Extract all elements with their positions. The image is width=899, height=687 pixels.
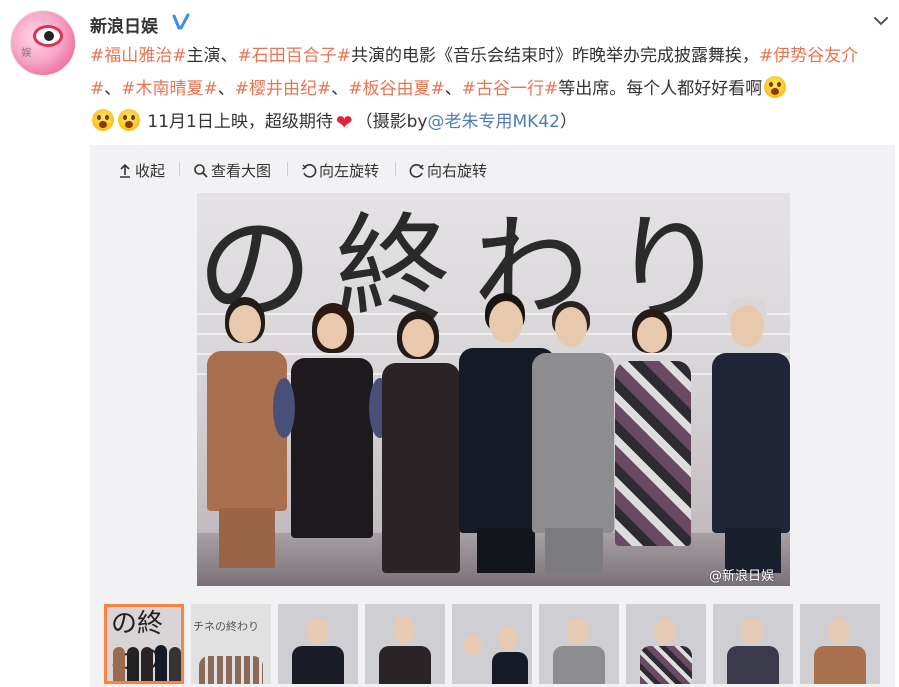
text-span: 11月1日上映，超级期待 xyxy=(147,112,333,132)
avatar-text: 娱 xyxy=(19,47,30,57)
hashtag-link[interactable]: #板谷由夏# xyxy=(348,79,445,99)
media-toolbar: 收起 查看大图 向左旋转 向右旋转 xyxy=(90,145,895,193)
media-viewer: 收起 查看大图 向左旋转 向右旋转 の終わり @新浪日娱 の終 チネの終わり xyxy=(90,145,895,687)
text-span: 、 xyxy=(104,79,122,99)
post-text: #福山雅治#主演、#石田百合子#共演的电影《音乐会结束时》昨晚举办完成披露舞挨，… xyxy=(90,40,885,139)
rotate-left-label: 向左旋转 xyxy=(319,162,380,180)
hashtag-link[interactable]: #古谷一行# xyxy=(462,79,559,99)
text-span: 、 xyxy=(331,79,349,99)
rotate-left-button[interactable]: 向左旋转 xyxy=(301,160,379,181)
thumbnail-banner-text: チネの終わり xyxy=(193,620,259,633)
collapse-label: 收起 xyxy=(135,162,166,180)
hashtag-link[interactable]: #木南晴夏# xyxy=(121,79,218,99)
search-icon xyxy=(194,163,208,178)
rotate-left-icon xyxy=(302,163,317,178)
shocked-emoji-icon xyxy=(92,109,114,131)
toolbar-divider xyxy=(287,162,288,176)
thumbnail[interactable] xyxy=(278,604,358,684)
thumbnail-strip: の終わり チネの終わり xyxy=(104,604,884,684)
thumbnail[interactable] xyxy=(539,604,619,684)
hashtag-link[interactable]: #石田百合子# xyxy=(238,46,352,66)
user-name[interactable]: 新浪日娱 xyxy=(90,12,158,37)
collapse-icon xyxy=(120,163,130,178)
text-span: 、 xyxy=(444,79,462,99)
chevron-down-icon[interactable] xyxy=(870,10,892,32)
thumbnail[interactable]: チネの終わり xyxy=(191,604,271,684)
text-span: 共演的电影《音乐会结束时》昨晚举办完成披露舞挨， xyxy=(351,46,759,66)
collapse-button[interactable]: 收起 xyxy=(117,160,165,181)
view-large-button[interactable]: 查看大图 xyxy=(193,160,271,181)
rotate-right-button[interactable]: 向右旋转 xyxy=(409,160,487,181)
mention-link[interactable]: @老朱专用MK42 xyxy=(427,112,559,132)
rotate-right-icon xyxy=(409,163,424,178)
text-span: 、 xyxy=(217,79,235,99)
toolbar-divider xyxy=(395,162,396,176)
text-span: 主演、 xyxy=(186,46,238,66)
avatar[interactable]: 娱 xyxy=(10,10,76,76)
thumbnail[interactable] xyxy=(800,604,880,684)
text-span: 等出席。每个人都好好看啊 xyxy=(558,79,763,99)
thumbnail[interactable] xyxy=(713,604,793,684)
thumbnail[interactable] xyxy=(452,604,532,684)
shocked-emoji-icon xyxy=(118,109,140,131)
thumbnail[interactable]: の終わり xyxy=(104,604,184,684)
heart-icon: ❤ xyxy=(335,110,353,134)
hashtag-link[interactable]: #樱井由纪# xyxy=(235,79,332,99)
hashtag-link[interactable]: #福山雅治# xyxy=(90,46,187,66)
verified-icon xyxy=(172,13,190,30)
toolbar-divider xyxy=(179,162,180,176)
text-span: （摄影by xyxy=(355,112,428,132)
rotate-right-label: 向右旋转 xyxy=(427,162,488,180)
thumbnail[interactable] xyxy=(365,604,445,684)
view-large-label: 查看大图 xyxy=(211,162,272,180)
thumbnail[interactable] xyxy=(626,604,706,684)
text-span: ） xyxy=(559,112,577,132)
main-photo[interactable]: の終わり @新浪日娱 xyxy=(197,193,790,586)
shocked-emoji-icon xyxy=(764,76,787,98)
logo-eye xyxy=(33,25,63,47)
photo-watermark: @新浪日娱 xyxy=(709,569,775,584)
